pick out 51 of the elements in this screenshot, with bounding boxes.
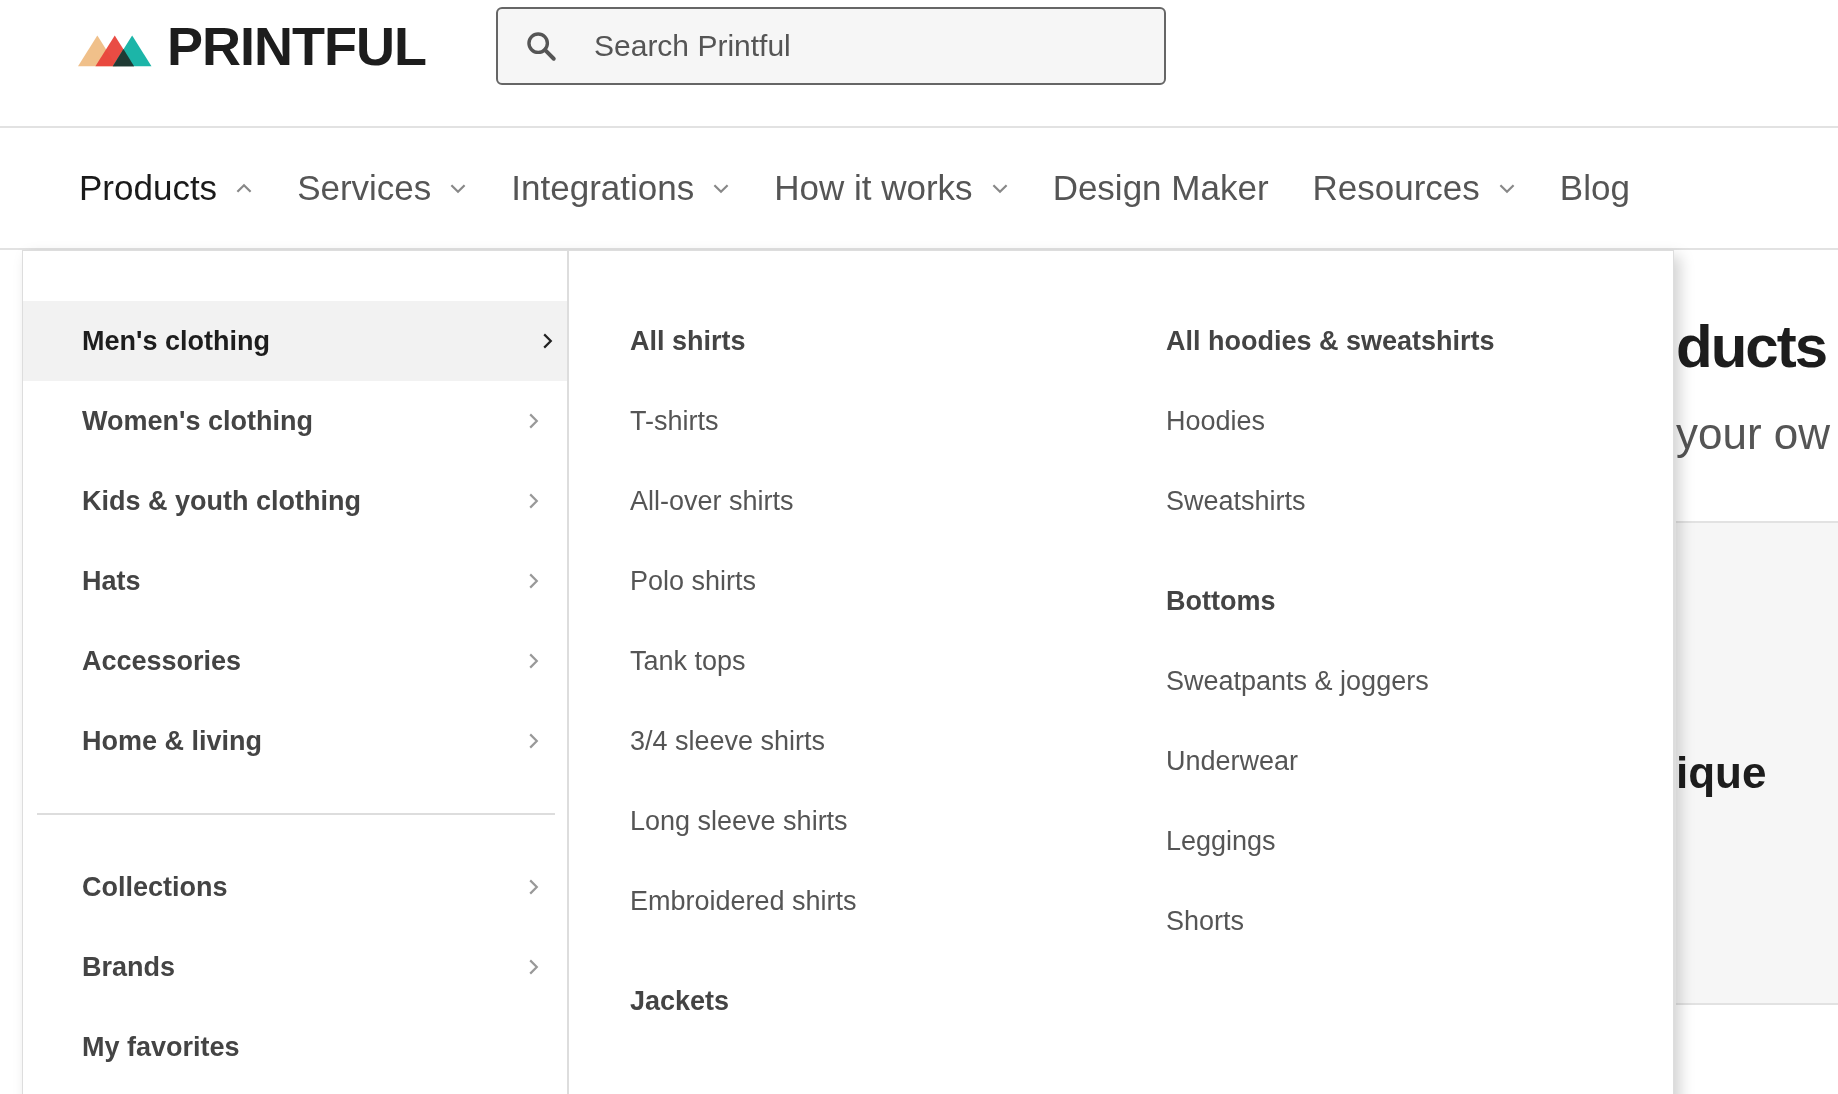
- chevron-icon: [528, 412, 539, 430]
- product-link[interactable]: Sweatshirts: [1166, 485, 1306, 517]
- chevron-icon: [528, 878, 539, 896]
- nav-link[interactable]: Resources: [1312, 168, 1516, 208]
- section-heading-link[interactable]: Bottoms: [1166, 585, 1276, 617]
- category-item[interactable]: Home & living: [23, 701, 567, 781]
- chevron-icon: [990, 182, 1009, 194]
- product-link[interactable]: Sweatpants & joggers: [1166, 665, 1429, 697]
- chevron-icon: [542, 332, 553, 350]
- nav-link[interactable]: Integrations: [511, 168, 731, 208]
- category-item[interactable]: Women's clothing: [23, 381, 567, 461]
- product-link[interactable]: T-shirts: [630, 405, 719, 437]
- nav-link[interactable]: Design Maker: [1052, 168, 1269, 208]
- logo-text[interactable]: PRINTFUL: [167, 23, 426, 69]
- category-item[interactable]: My favorites: [23, 1007, 567, 1087]
- product-link[interactable]: All-over shirts: [630, 485, 794, 517]
- category-item[interactable]: Men's clothing: [23, 301, 567, 381]
- nav-link[interactable]: Products: [79, 168, 254, 208]
- section-heading-link[interactable]: Jackets: [630, 985, 730, 1017]
- product-link[interactable]: Shorts: [1166, 905, 1245, 937]
- product-link[interactable]: 3/4 sleeve shirts: [630, 725, 826, 757]
- card-title: ique: [1676, 748, 1767, 798]
- product-link[interactable]: Tank tops: [630, 645, 746, 677]
- category-item[interactable]: Hats: [23, 541, 567, 621]
- product-link[interactable]: Hoodies: [1166, 405, 1266, 437]
- chevron-icon: [712, 182, 731, 194]
- section-heading-link[interactable]: All hoodies & sweatshirts: [1166, 325, 1495, 357]
- category-item[interactable]: Kids & youth clothing: [23, 461, 567, 541]
- chevron-icon: [528, 958, 539, 976]
- chevron-icon: [235, 182, 254, 194]
- nav-link[interactable]: Blog: [1559, 168, 1630, 208]
- category-item[interactable]: Collections: [23, 847, 567, 927]
- page-heading: ducts: [1676, 312, 1828, 381]
- product-link[interactable]: Leggings: [1166, 825, 1276, 857]
- search-field[interactable]: Search Printful: [496, 7, 1166, 85]
- product-link[interactable]: Polo shirts: [630, 565, 757, 597]
- chevron-icon: [449, 182, 468, 194]
- category-item[interactable]: Brands: [23, 927, 567, 1007]
- page-subtitle: your ow: [1676, 409, 1832, 459]
- chevron-icon: [528, 492, 539, 510]
- product-link[interactable]: Underwear: [1166, 745, 1299, 777]
- chevron-icon: [528, 572, 539, 590]
- chevron-icon: [528, 652, 539, 670]
- category-item[interactable]: Accessories: [23, 621, 567, 701]
- chevron-icon: [1497, 182, 1516, 194]
- product-link[interactable]: Long sleeve shirts: [630, 805, 848, 837]
- section-heading-link[interactable]: All shirts: [630, 325, 746, 357]
- product-link[interactable]: Embroidered shirts: [630, 885, 857, 917]
- nav-link[interactable]: Services: [297, 168, 468, 208]
- nav-link[interactable]: How it works: [774, 168, 1009, 208]
- chevron-icon: [528, 732, 539, 750]
